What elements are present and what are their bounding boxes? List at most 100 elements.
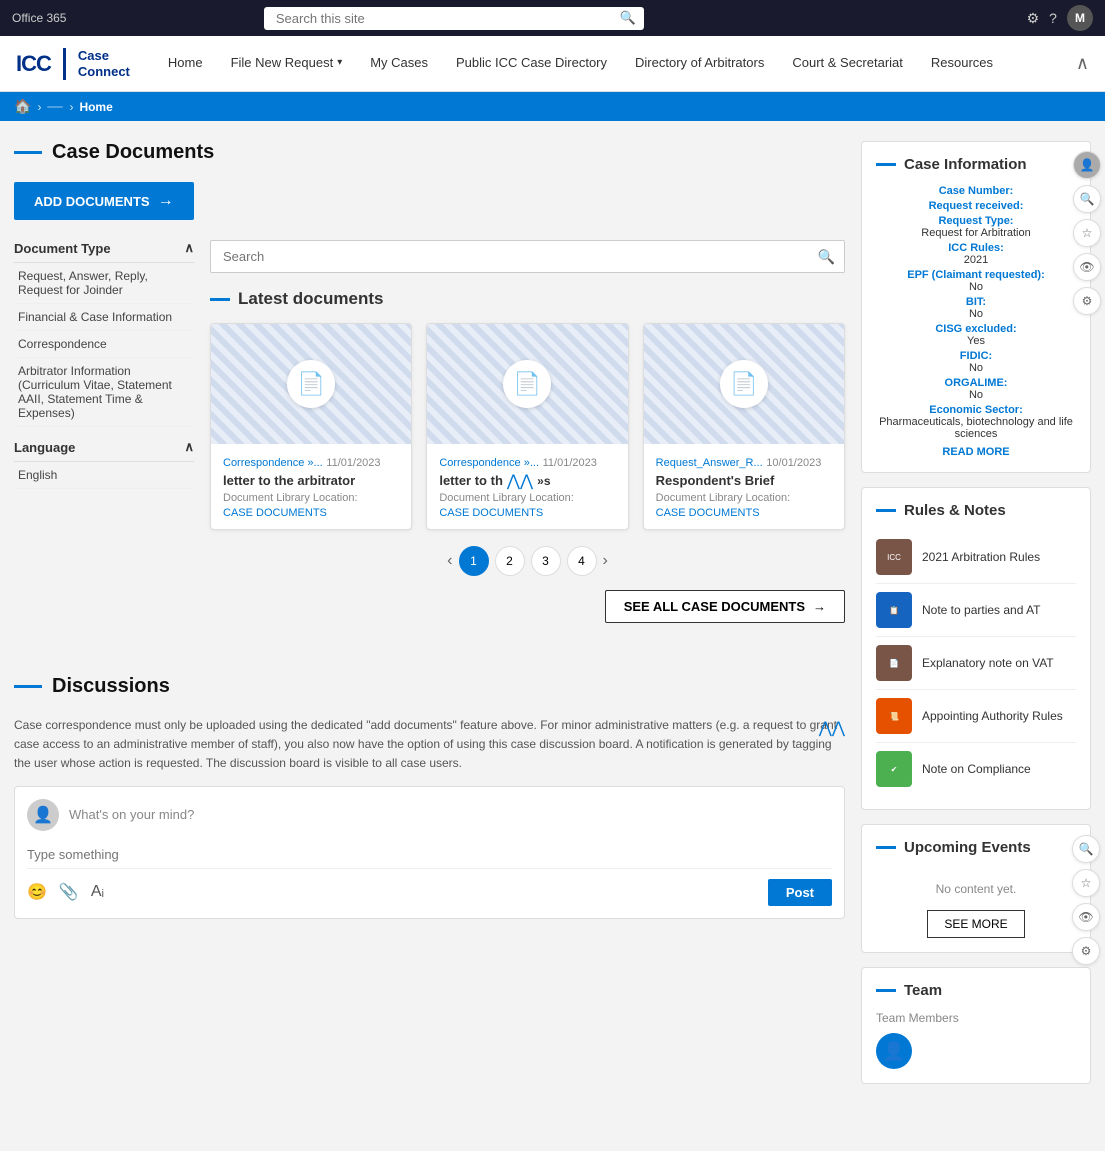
nav-home[interactable]: Home [154, 36, 217, 92]
upcoming-events-heading: Upcoming Events [876, 839, 1076, 856]
doc-date-2: 10/01/2023 [766, 457, 821, 469]
logo-text: Case Connect [78, 48, 130, 79]
doc-card-2: 📄 Request_Answer_R... 10/01/2023 Respond… [643, 323, 845, 530]
collapse-discussion-button[interactable]: ⋀⋀ [819, 716, 845, 742]
doc-type-financial[interactable]: Financial & Case Information [14, 304, 194, 331]
doc-type-link-2[interactable]: Request_Answer_R... [656, 457, 763, 469]
read-more-link[interactable]: READ MORE [876, 446, 1076, 458]
rule-thumb-4: ✔ [876, 751, 912, 787]
fidic-value: No [876, 362, 1076, 374]
floating-search-icon-2[interactable]: 🔍 [1072, 835, 1100, 863]
comment-prompt: What's on your mind? [69, 807, 194, 822]
filter-panel: Document Type ∧ Request, Answer, Reply, … [14, 240, 194, 643]
nav-court-secretariat[interactable]: Court & Secretariat [778, 36, 917, 92]
settings-icon[interactable]: ⚙ [1027, 10, 1040, 27]
nav-resources[interactable]: Resources [917, 36, 1007, 92]
page-3-button[interactable]: 3 [531, 546, 561, 576]
post-button[interactable]: Post [768, 879, 832, 906]
floating-eye-icon[interactable]: 👁 [1073, 253, 1101, 281]
discussions-heading: Discussions [14, 675, 845, 698]
top-search-input[interactable] [264, 7, 644, 30]
add-documents-button[interactable]: ADD DOCUMENTS → [14, 182, 194, 220]
rule-item-0[interactable]: ICC 2021 Arbitration Rules [876, 531, 1076, 584]
team-blue-line [876, 989, 896, 992]
doc-type-arbitrator[interactable]: Arbitrator Information (Curriculum Vitae… [14, 358, 194, 427]
nav-file-new-request[interactable]: File New Request ▾ [217, 36, 357, 92]
discussion-desc: Case correspondence must only be uploade… [14, 716, 845, 774]
left-section: Case Documents ADD DOCUMENTS → Document … [14, 141, 845, 1098]
next-page-button[interactable]: › [603, 552, 608, 570]
content-and-filter: Document Type ∧ Request, Answer, Reply, … [14, 240, 845, 643]
emoji-icon[interactable]: 😊 [27, 882, 47, 902]
icc-rules-label: ICC Rules: [876, 242, 1076, 254]
prev-page-button[interactable]: ‹ [447, 552, 452, 570]
events-blue-line [876, 846, 896, 849]
language-english[interactable]: English [14, 462, 194, 489]
cisg-row: CISG excluded: Yes [876, 323, 1076, 347]
page-4-button[interactable]: 4 [567, 546, 597, 576]
doc-card-img-0: 📄 [211, 324, 411, 444]
rule-item-2[interactable]: 📄 Explanatory note on VAT [876, 637, 1076, 690]
attachment-icon[interactable]: 📎 [59, 882, 79, 902]
bit-value: No [876, 308, 1076, 320]
latest-docs-title: Latest documents [238, 289, 383, 309]
case-documents-title: Case Documents [52, 141, 214, 164]
user-avatar[interactable]: M [1067, 5, 1093, 31]
nav-links: Home File New Request ▾ My Cases Public … [154, 36, 1007, 92]
discussions-title: Discussions [52, 675, 170, 698]
upcoming-events-card: 🔍 ☆ 👁 ⚙ Upcoming Events No content yet. … [861, 824, 1091, 953]
floating-star-icon-2[interactable]: ☆ [1072, 869, 1100, 897]
document-type-header[interactable]: Document Type ∧ [14, 240, 194, 263]
top-search-icon: 🔍 [620, 10, 636, 26]
logo: ICC Case Connect [16, 48, 130, 80]
expand-icon-1[interactable]: ⋀⋀ [507, 471, 533, 491]
nav-my-cases[interactable]: My Cases [356, 36, 442, 92]
nav-expand-icon[interactable]: ∧ [1076, 53, 1089, 74]
rule-item-1[interactable]: 📋 Note to parties and AT [876, 584, 1076, 637]
doc-type-link-1[interactable]: Correspondence »... [439, 457, 539, 469]
language-toggle: ∧ [184, 439, 194, 455]
doc-date-0: 11/01/2023 [326, 457, 380, 469]
comment-input[interactable] [27, 841, 832, 869]
fidic-label: FIDIC: [876, 350, 1076, 362]
format-icon[interactable]: Aᵢ [91, 883, 104, 901]
nav-public-icc[interactable]: Public ICC Case Directory [442, 36, 621, 92]
see-all-button[interactable]: SEE ALL CASE DOCUMENTS → [605, 590, 845, 623]
discussions-section: Discussions Case correspondence must onl… [14, 675, 845, 919]
pdf-icon-0: 📄 [297, 371, 324, 397]
doc-loc-link-2[interactable]: CASE DOCUMENTS [656, 507, 760, 519]
no-content-label: No content yet. [876, 868, 1076, 910]
cisg-value: Yes [876, 335, 1076, 347]
language-header[interactable]: Language ∧ [14, 439, 194, 462]
team-title: Team [904, 982, 942, 999]
doc-type-correspondence[interactable]: Correspondence [14, 331, 194, 358]
bit-label: BIT: [876, 296, 1076, 308]
floating-settings-icon[interactable]: ⚙ [1073, 287, 1101, 315]
doc-loc-link-0[interactable]: CASE DOCUMENTS [223, 507, 327, 519]
floating-search-icon[interactable]: 🔍 [1073, 185, 1101, 213]
help-icon[interactable]: ? [1049, 10, 1057, 26]
nav-directory-arbitrators[interactable]: Directory of Arbitrators [621, 36, 778, 92]
page-2-button[interactable]: 2 [495, 546, 525, 576]
doc-type-request[interactable]: Request, Answer, Reply, Request for Join… [14, 263, 194, 304]
doc-card-body-0: Correspondence »... 11/01/2023 letter to… [211, 444, 411, 529]
floating-user-icon[interactable]: 👤 [1073, 151, 1101, 179]
doc-card-img-2: 📄 [644, 324, 844, 444]
breadcrumb-home-icon[interactable]: 🏠 [14, 98, 31, 115]
floating-eye-icon-2[interactable]: 👁 [1072, 903, 1100, 931]
rule-item-4[interactable]: ✔ Note on Compliance [876, 743, 1076, 795]
breadcrumb-current: Home [79, 100, 112, 114]
page-1-button[interactable]: 1 [459, 546, 489, 576]
team-add-member-button[interactable]: 👤 [876, 1033, 912, 1069]
doc-loc-link-1[interactable]: CASE DOCUMENTS [439, 507, 543, 519]
breadcrumb-section[interactable] [47, 106, 63, 108]
rule-item-3[interactable]: 📜 Appointing Authority Rules [876, 690, 1076, 743]
docs-search-input[interactable] [210, 240, 845, 273]
floating-settings-icon-2[interactable]: ⚙ [1072, 937, 1100, 965]
doc-cards: 📄 Correspondence »... 11/01/2023 letter … [210, 323, 845, 530]
floating-star-icon[interactable]: ☆ [1073, 219, 1101, 247]
comment-box: 👤 What's on your mind? 😊 📎 Aᵢ Post [14, 786, 845, 919]
see-more-button[interactable]: SEE MORE [927, 910, 1024, 938]
comment-user-avatar: 👤 [27, 799, 59, 831]
doc-type-link-0[interactable]: Correspondence »... [223, 457, 323, 469]
